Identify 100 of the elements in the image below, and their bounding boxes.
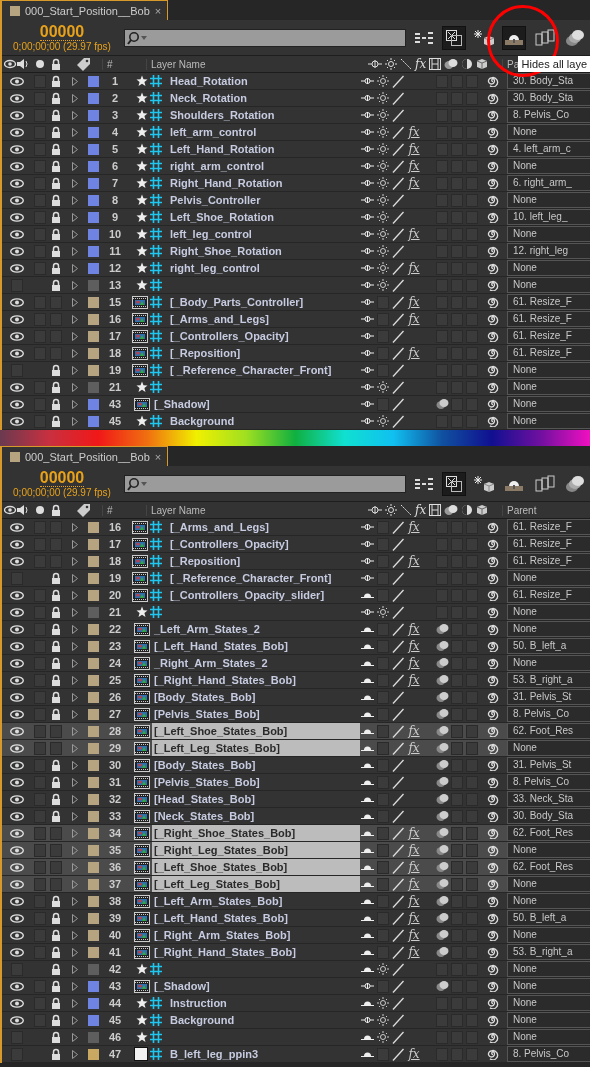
quality-slash-icon[interactable] [391,758,404,772]
solo-switch[interactable] [34,877,46,891]
lock-icon[interactable] [51,776,61,788]
quality-slash-icon[interactable] [391,363,404,377]
eye-icon[interactable] [10,382,24,392]
layer-name[interactable]: _Left_Arm_States_2 [154,623,260,635]
lock-icon[interactable] [51,1048,61,1060]
layer-row[interactable]: 18 [_Reposition] fx 61. Resize_F [2,553,590,570]
composition-tab[interactable]: 000_Start_Position__Bob × [2,0,169,20]
quality-slash-icon[interactable] [391,894,404,908]
layer-name[interactable]: [Head_States_Bob] [154,793,255,805]
pick-whip-icon[interactable] [487,415,499,427]
eye-icon[interactable] [10,76,24,86]
pick-whip-icon[interactable] [487,691,499,703]
adjustment-switch[interactable] [450,792,463,806]
shy-on-icon[interactable] [361,914,374,922]
layer-name[interactable]: [Body_States_Bob] [154,691,256,703]
eye-icon[interactable] [10,195,24,205]
pick-whip-icon[interactable] [487,296,499,308]
eye-icon[interactable] [10,263,24,273]
parent-dropdown[interactable]: 8. Pelvis_Co [507,706,590,722]
sun-icon[interactable] [376,606,389,618]
motion-blur-icon[interactable] [435,725,449,737]
layer-row[interactable]: 11 Right_Shoe_Rotation 12. right_leg [2,243,590,260]
parent-dropdown[interactable]: 30. Body_Sta [507,90,590,106]
lock-icon[interactable] [51,589,61,601]
layer-row[interactable]: 15 [_Body_Parts_Controller] fx 61. Resize_F [2,294,590,311]
collapse-switch[interactable] [376,826,389,840]
pick-whip-icon[interactable] [487,589,499,601]
quality-slash-icon[interactable] [391,176,404,190]
label-swatch[interactable] [87,279,99,291]
pick-whip-icon[interactable] [487,521,499,533]
quality-slash-icon[interactable] [391,278,404,292]
effects-switch[interactable]: fx [408,946,420,958]
pick-whip-icon[interactable] [487,1048,499,1060]
motion-blur-switch[interactable] [436,520,448,534]
lock-icon[interactable] [51,708,61,720]
label-swatch[interactable] [87,538,99,550]
pick-whip-icon[interactable] [487,810,499,822]
layer-name-column-header[interactable]: Layer Name [146,504,366,516]
pick-whip-icon[interactable] [487,572,499,584]
motion-blur-icon[interactable] [435,912,449,924]
effects-switch[interactable]: fx [408,126,420,138]
layer-name[interactable]: Left_Hand_Rotation [170,143,275,155]
adjustment-switch[interactable] [450,520,463,534]
sun-icon[interactable] [376,245,389,257]
motion-blur-icon[interactable] [435,844,449,856]
motion-blur-icon[interactable] [435,776,449,788]
eye-icon[interactable] [10,913,24,923]
label-swatch[interactable] [87,691,99,703]
shy-on-icon[interactable] [361,659,374,667]
layer-row[interactable]: 32 [Head_States_Bob] 33. Neck_Sta [2,791,590,808]
label-swatch[interactable] [87,810,99,822]
shy-off-icon[interactable] [361,128,374,136]
parent-dropdown[interactable]: 61. Resize_F [507,294,590,310]
shy-on-icon[interactable] [361,642,374,650]
parent-dropdown[interactable]: 53. B_right_a [507,944,590,960]
timecode[interactable]: 00000 [39,468,85,487]
eye-icon[interactable] [10,624,24,634]
layer-row[interactable]: 30 [Body_States_Bob] 31. Pelvis_St [2,757,590,774]
label-swatch[interactable] [87,126,99,138]
layer-row[interactable]: 16 [_Arms_and_Legs] fx 61. Resize_F [2,311,590,328]
lock-icon[interactable] [51,657,61,669]
motion-blur-icon[interactable] [435,895,449,907]
parent-dropdown[interactable]: 61. Resize_F [507,536,590,552]
label-swatch[interactable] [87,245,99,257]
pick-whip-icon[interactable] [487,623,499,635]
sun-icon[interactable] [376,109,389,121]
pick-whip-icon[interactable] [487,980,499,992]
parent-dropdown[interactable]: 62. Foot_Res [507,859,590,875]
collapse-switch[interactable] [376,520,389,534]
layer-name[interactable]: [_Shadow] [154,398,210,410]
quality-slash-icon[interactable] [391,295,404,309]
quality-slash-icon[interactable] [391,962,404,976]
quality-slash-icon[interactable] [391,690,404,704]
solo-switch[interactable] [34,843,46,857]
eye-icon[interactable] [10,297,24,307]
eye-icon[interactable] [10,110,24,120]
parent-dropdown[interactable]: None [507,655,590,671]
parent-dropdown[interactable]: 61. Resize_F [507,553,590,569]
quality-slash-icon[interactable] [391,979,404,993]
3d-layer-switch[interactable] [465,860,478,874]
shy-on-icon[interactable] [361,727,374,735]
layer-row[interactable]: 10 left_leg_control fx None [2,226,590,243]
flowchart-icon[interactable] [414,475,436,492]
label-swatch[interactable] [87,861,99,873]
pick-whip-icon[interactable] [487,245,499,257]
collapse-switch[interactable] [376,741,389,755]
label-swatch[interactable] [87,92,99,104]
parent-dropdown[interactable]: None [507,379,590,395]
label-swatch[interactable] [87,228,99,240]
shy-off-icon[interactable] [361,982,374,990]
shy-on-icon[interactable] [361,710,374,718]
label-swatch[interactable] [87,674,99,686]
layer-row[interactable]: 20 [_Controllers_Opacity_slider] 61. Resize_F [2,587,590,604]
parent-dropdown[interactable]: 31. Pelvis_St [507,757,590,773]
quality-slash-icon[interactable] [391,329,404,343]
layer-row[interactable]: 46 None [2,1029,590,1046]
pick-whip-icon[interactable] [487,92,499,104]
parent-dropdown[interactable]: None [507,570,590,586]
